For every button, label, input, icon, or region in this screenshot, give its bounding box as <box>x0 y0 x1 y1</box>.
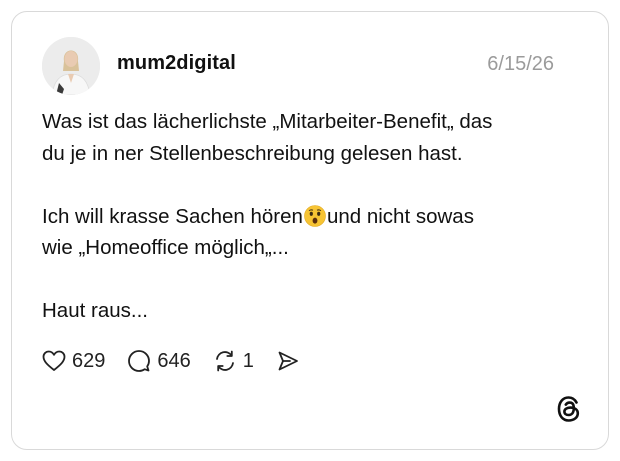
repost-icon <box>215 350 234 372</box>
avatar-photo <box>42 37 100 95</box>
text-segment: und nicht sowas <box>326 204 474 228</box>
repost-button[interactable]: 1 <box>213 349 254 373</box>
action-bar: 629 646 1 <box>42 347 322 375</box>
username[interactable]: mum2digital <box>117 52 236 75</box>
reply-button[interactable]: 646 <box>127 349 191 373</box>
post-card: mum2digital 6/15/26 Was ist das lächerli… <box>11 11 609 450</box>
threads-logo-icon[interactable] <box>556 395 582 423</box>
text-line: Was ist das lächerlichste „Mitarbeiter-B… <box>42 110 493 133</box>
text-line: du je in ner Stellenbeschreibung gelesen… <box>42 141 463 165</box>
text-line: wie „Homeoffice möglich„... <box>42 236 289 259</box>
like-button[interactable]: 629 <box>42 350 105 373</box>
astonished-face-emoji-icon <box>304 204 326 227</box>
text-line: Haut raus... <box>42 299 148 322</box>
text-line: Ich will krasse Sachen hören und nicht so… <box>42 201 582 233</box>
repost-count: 1 <box>242 349 254 372</box>
post-body: Was ist das lächerlichste „Mitarbeiter-B… <box>42 106 582 327</box>
post-date: 6/15/26 <box>487 53 554 75</box>
reply-count: 646 <box>157 349 191 372</box>
text-segment: Ich will krasse Sachen hören <box>42 204 303 228</box>
speech-bubble-icon <box>128 350 151 372</box>
avatar[interactable] <box>42 37 100 95</box>
heart-icon <box>42 350 66 371</box>
share-button[interactable] <box>276 349 300 373</box>
like-count: 629 <box>72 349 106 372</box>
send-icon <box>278 351 298 371</box>
